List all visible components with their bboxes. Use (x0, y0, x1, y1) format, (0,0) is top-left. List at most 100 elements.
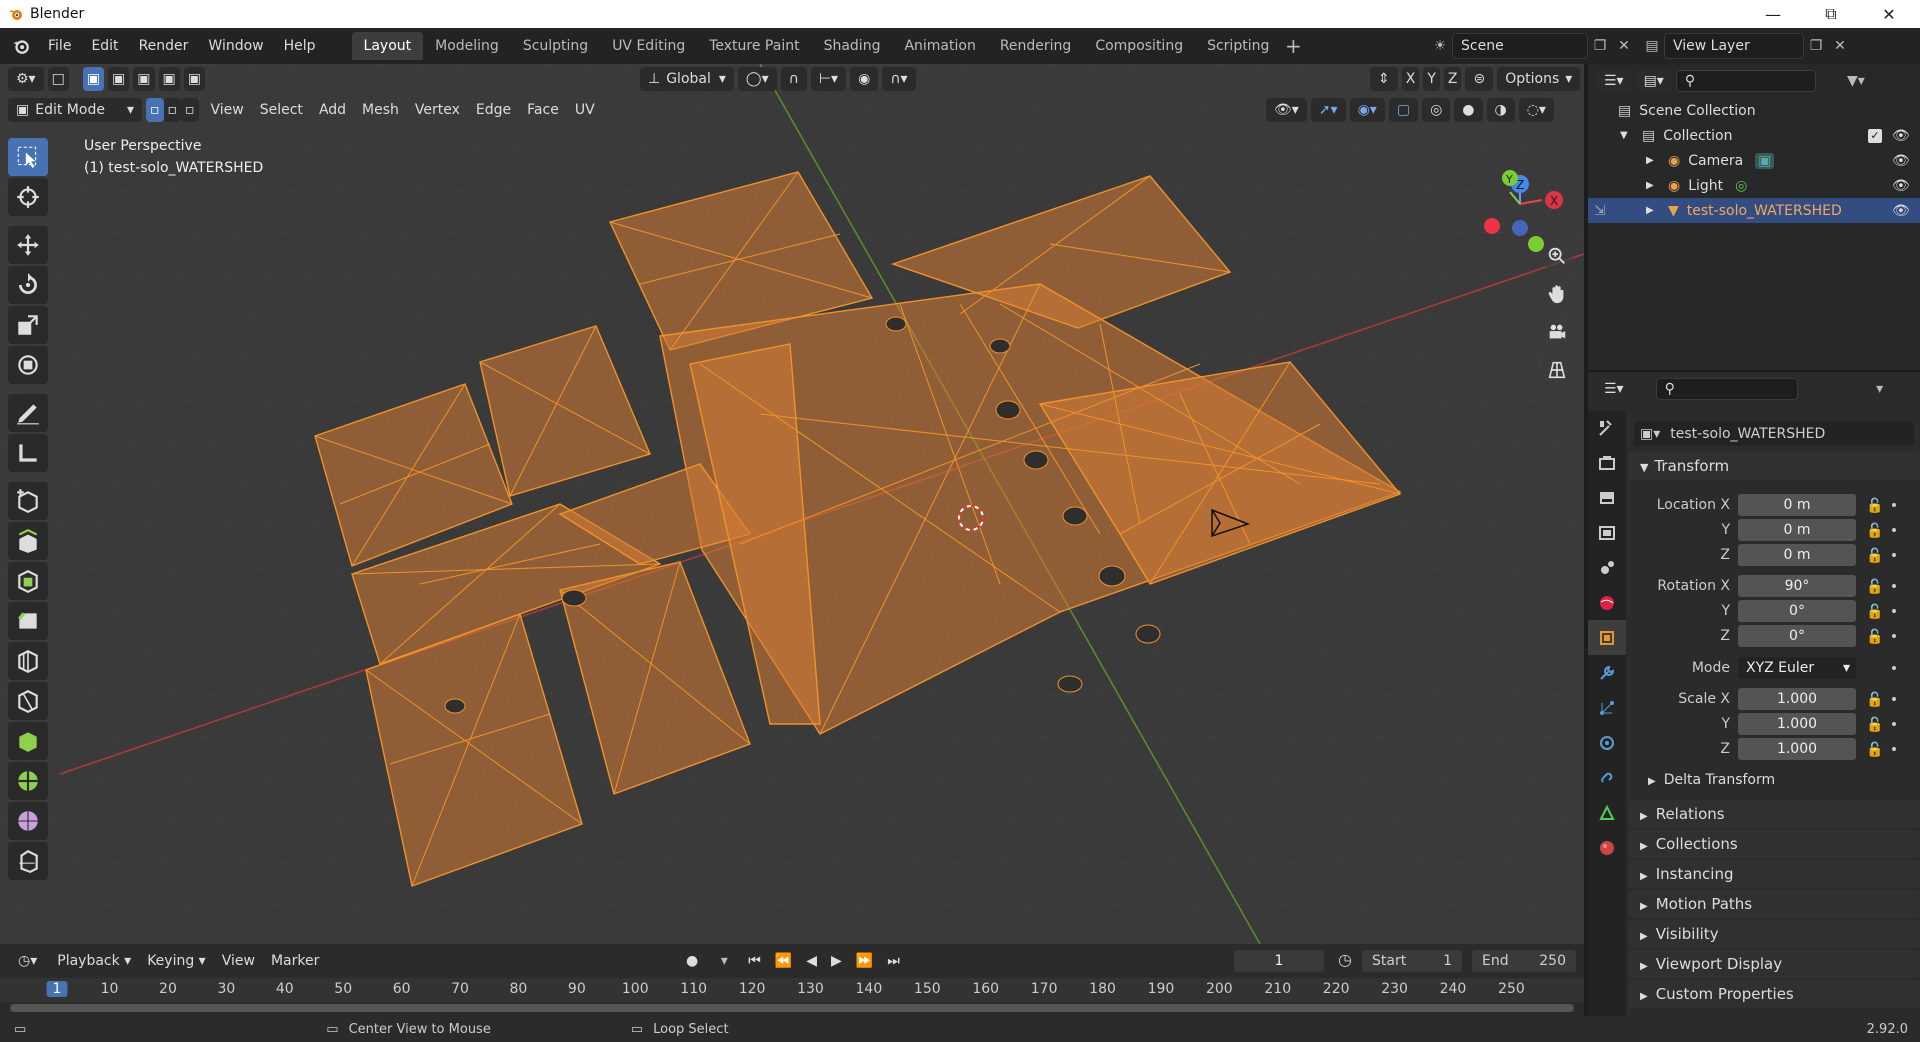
keyframe-dot-icon[interactable] (1892, 608, 1896, 613)
menu-vertex[interactable]: Vertex (407, 102, 468, 118)
rotation-z-field[interactable]: 0° (1738, 624, 1856, 647)
mirror-x-toggle[interactable]: X (1401, 67, 1420, 91)
tab-scripting[interactable]: Scripting (1195, 32, 1281, 60)
tab-tool[interactable] (1588, 410, 1626, 445)
frame-ruler[interactable]: 1 10 20 30 40 50 60 70 80 90 100 110 120 130 140 150 160… (0, 978, 1584, 1002)
face-select-mode-icon[interactable]: ▫ (181, 98, 199, 122)
select-mode-extend-icon[interactable]: ▣ (108, 67, 130, 91)
menu-edge[interactable]: Edge (468, 102, 519, 118)
outliner-item-mesh[interactable]: ⇲ ▶ ▼ test-solo_WATERSHED 👁 (1588, 198, 1920, 223)
falloff-icon[interactable]: ∩▾ (882, 67, 916, 91)
section-relations[interactable]: ▶ Relations (1628, 800, 1920, 828)
select-mode-invert-icon[interactable]: ▣ (158, 67, 180, 91)
tab-sculpting[interactable]: Sculpting (511, 32, 600, 60)
keyframe-dot-icon[interactable] (1892, 746, 1896, 751)
gizmo-toggle-icon[interactable]: ➚▾ (1310, 98, 1346, 122)
tab-object[interactable] (1588, 620, 1626, 655)
visibility-eye-icon[interactable]: 👁 (1892, 203, 1910, 219)
properties-options-icon[interactable]: ▾ (1868, 377, 1892, 401)
poly-build-tool[interactable] (8, 722, 48, 760)
auto-merge-icon[interactable]: ⊜ (1465, 67, 1494, 91)
tab-compositing[interactable]: Compositing (1083, 32, 1195, 60)
lock-icon[interactable]: 🔓 (1866, 523, 1883, 539)
spin-tool[interactable] (8, 762, 48, 800)
keyframe-dot-icon[interactable] (1892, 721, 1896, 726)
menu-marker[interactable]: Marker (263, 953, 327, 969)
camera-view-icon[interactable] (1541, 316, 1573, 348)
minimize-button[interactable]: — (1744, 0, 1802, 28)
visibility-icon[interactable]: 👁▾ (1266, 98, 1307, 122)
start-frame-field[interactable]: Start 1 (1362, 950, 1462, 972)
scale-y-field[interactable]: 1.000 (1738, 712, 1856, 735)
keyframe-dot-icon[interactable] (1892, 502, 1896, 507)
section-motion-paths[interactable]: ▶ Motion Paths (1628, 890, 1920, 918)
rotation-x-field[interactable]: 90° (1738, 574, 1856, 597)
loop-cut-tool[interactable] (8, 642, 48, 680)
outliner-item-collection[interactable]: ▼ ▤ Collection ✓ 👁 (1588, 123, 1920, 148)
outliner-item-camera[interactable]: ▶ ◉ Camera ▣ 👁 (1588, 148, 1920, 173)
tab-output[interactable] (1588, 480, 1626, 515)
expand-arrow-icon[interactable]: ▶ (1646, 180, 1660, 191)
expand-arrow-icon[interactable]: ▼ (1620, 130, 1634, 141)
scene-name-field[interactable]: Scene (1452, 33, 1588, 59)
delta-transform-subpanel[interactable]: ▶ Delta Transform (1648, 772, 1775, 788)
select-box-tool-icon[interactable]: □ (47, 67, 69, 91)
menu-uv[interactable]: UV (567, 102, 603, 118)
blender-menu-icon[interactable] (12, 37, 30, 55)
tab-constraints[interactable] (1588, 760, 1626, 795)
editor-type-icon[interactable]: ⚙▾ (8, 67, 44, 91)
section-instancing[interactable]: ▶ Instancing (1628, 860, 1920, 888)
tab-material[interactable] (1588, 830, 1626, 865)
bevel-tool[interactable] (8, 602, 48, 640)
display-mode-icon[interactable]: ▤▾ (1635, 69, 1672, 93)
visibility-eye-icon[interactable]: 👁 (1892, 128, 1910, 144)
menu-playback[interactable]: Playback ▾ (49, 953, 139, 969)
tab-modeling[interactable]: Modeling (423, 32, 511, 60)
menu-render[interactable]: Render (129, 28, 199, 64)
overlays-toggle-icon[interactable]: ◉▾ (1349, 98, 1385, 122)
preview-range-icon[interactable]: ◷ (1338, 950, 1352, 969)
filter-icon[interactable]: ▼▾ (1844, 69, 1868, 93)
transform-panel-header[interactable]: ▼ Transform (1628, 452, 1920, 480)
keyframe-dot-icon[interactable] (1892, 665, 1896, 670)
snap-target-icon[interactable]: ⊢▾ (810, 67, 847, 91)
section-custom-properties[interactable]: ▶ Custom Properties (1628, 980, 1920, 1008)
properties-editor-type-icon[interactable]: ☰▾ (1596, 377, 1632, 401)
lock-icon[interactable]: 🔓 (1866, 548, 1883, 564)
jump-next-key-icon[interactable]: ⏩ (851, 949, 878, 973)
tab-particles[interactable] (1588, 690, 1626, 725)
transform-orientation-dropdown[interactable]: ⊥ Global ▾ (640, 67, 734, 91)
pan-hand-icon[interactable] (1541, 278, 1573, 310)
section-viewport-display[interactable]: ▶ Viewport Display (1628, 950, 1920, 978)
options-dropdown[interactable]: Options ▾ (1497, 67, 1581, 91)
tab-render[interactable] (1588, 445, 1626, 480)
menu-file[interactable]: File (38, 28, 81, 64)
menu-keying[interactable]: Keying ▾ (139, 953, 214, 969)
shear-tool[interactable] (8, 842, 48, 880)
shading-rendered-icon[interactable]: ◌▾ (1518, 98, 1554, 122)
rotation-y-field[interactable]: 0° (1738, 599, 1856, 622)
rotation-mode-dropdown[interactable]: XYZ Euler ▾ (1738, 656, 1856, 679)
add-workspace-icon[interactable]: + (1281, 34, 1305, 58)
vertex-select-mode-icon[interactable]: ▫ (146, 98, 164, 122)
menu-edit[interactable]: Edit (81, 28, 128, 64)
mirror-icon[interactable]: ⇕ (1370, 67, 1398, 91)
jump-end-icon[interactable]: ⏭ (883, 949, 904, 973)
xray-toggle-icon[interactable]: ▢ (1388, 98, 1419, 122)
smooth-tool[interactable] (8, 802, 48, 840)
add-cube-tool[interactable] (8, 482, 48, 520)
menu-view[interactable]: View (203, 102, 252, 118)
new-view-layer-icon[interactable]: ❐ (1804, 34, 1828, 58)
tab-scene[interactable] (1588, 550, 1626, 585)
select-mode-intersect-icon[interactable]: ▣ (183, 67, 205, 91)
zoom-icon[interactable] (1541, 240, 1573, 272)
select-mode-subtract-icon[interactable]: ▣ (133, 67, 155, 91)
menu-add[interactable]: Add (311, 102, 354, 118)
jump-start-icon[interactable]: ⏮ (744, 949, 765, 973)
delete-scene-icon[interactable]: ✕ (1612, 34, 1636, 58)
shading-solid-icon[interactable]: ● (1454, 98, 1483, 122)
tab-layout[interactable]: Layout (351, 32, 424, 60)
tab-data[interactable] (1588, 795, 1626, 830)
light-data-icon[interactable]: ◎ (1735, 178, 1747, 194)
keyframe-dot-icon[interactable] (1892, 552, 1896, 557)
